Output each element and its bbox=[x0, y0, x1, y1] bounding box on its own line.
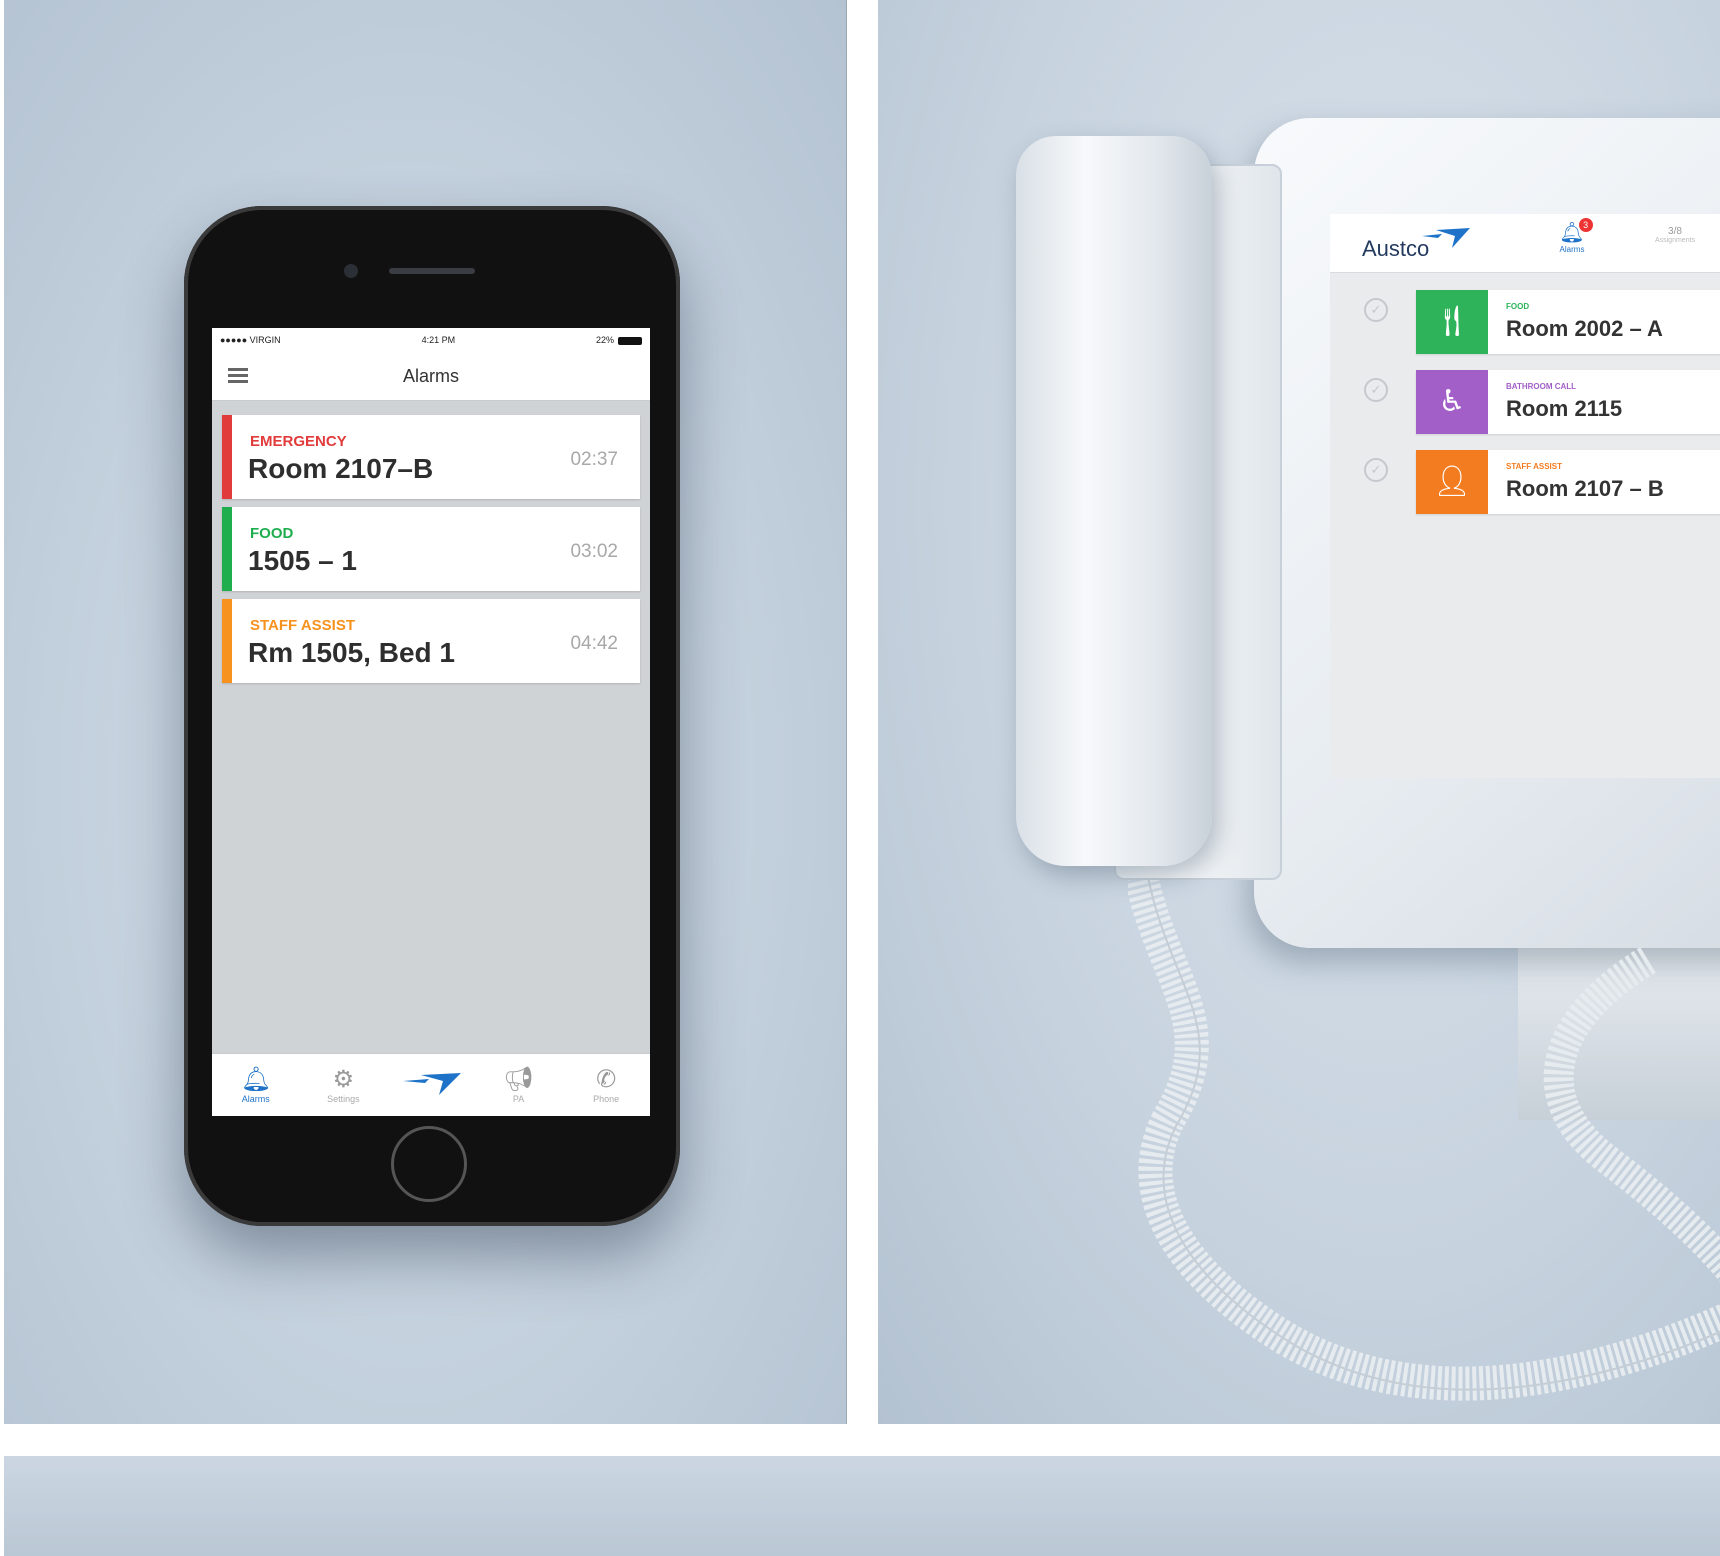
menu-icon[interactable] bbox=[228, 368, 248, 384]
tab-alarms[interactable]: 🔔︎ Alarms bbox=[216, 1066, 296, 1104]
console-header: Austco 🔔︎ 3 Alarms 3/8 Assignments bbox=[1330, 214, 1720, 273]
earpiece-speaker bbox=[389, 268, 475, 274]
phone-photo-panel: ●●●●● VIRGIN 4:21 PM 22% Alarms EMERGENC… bbox=[4, 0, 847, 1424]
tab-bar: 🔔︎ Alarms ⚙ Settings 📢︎ PA ✆ Phone bbox=[212, 1053, 650, 1116]
tab-phone[interactable]: ✆ Phone bbox=[566, 1066, 646, 1104]
alarm-type: FOOD bbox=[250, 525, 294, 542]
tab-label: Assignments bbox=[1654, 237, 1696, 244]
console-alarm-bathroom[interactable]: ♿︎ BATHROOM CALL Room 2115 bbox=[1416, 370, 1720, 434]
alarm-card-food[interactable]: FOOD 1505 – 1 03:02 bbox=[222, 507, 640, 591]
coiled-cord bbox=[1128, 860, 1720, 1401]
bell-icon: 🔔︎ bbox=[240, 1066, 272, 1093]
austco-logo-icon bbox=[1422, 228, 1470, 248]
wheelchair-icon: ♿︎ bbox=[1416, 370, 1488, 434]
alarm-room: Room 2115 bbox=[1506, 396, 1623, 421]
nav-bar: Alarms bbox=[212, 352, 650, 401]
status-bar: ●●●●● VIRGIN 4:21 PM 22% bbox=[212, 328, 650, 352]
bell-icon: 🔔︎ 3 bbox=[1559, 218, 1593, 245]
bottom-photo-panel bbox=[4, 1456, 1720, 1556]
tab-label: Alarms bbox=[241, 1094, 270, 1104]
tab-label: Phone bbox=[593, 1094, 620, 1104]
alarm-card-emergency[interactable]: EMERGENCY Room 2107–B 02:37 bbox=[222, 415, 640, 499]
assignments-count: 3/8 bbox=[1668, 226, 1682, 237]
acknowledge-check-icon[interactable]: ✓ bbox=[1364, 458, 1388, 482]
alarm-room: Room 2002 – A bbox=[1506, 316, 1663, 341]
tab-assignments[interactable]: 3/8 Assignments bbox=[1630, 226, 1720, 244]
gear-icon: ⚙ bbox=[332, 1066, 355, 1093]
phone-icon: ✆ bbox=[596, 1066, 617, 1093]
battery-icon bbox=[617, 336, 642, 345]
battery-percent: 22% bbox=[595, 335, 614, 345]
alarm-list: EMERGENCY Room 2107–B 02:37 FOOD 1505 – … bbox=[212, 401, 650, 683]
phone-screen: ●●●●● VIRGIN 4:21 PM 22% Alarms EMERGENC… bbox=[212, 328, 650, 1116]
tab-label: PA bbox=[512, 1094, 525, 1104]
console-alarm-staff-assist[interactable]: 👤︎ STAFF ASSIST Room 2107 – B bbox=[1416, 450, 1720, 514]
alarm-room: Rm 1505, Bed 1 bbox=[248, 637, 455, 668]
acknowledge-check-icon[interactable]: ✓ bbox=[1364, 378, 1388, 402]
alarm-type: FOOD bbox=[1506, 302, 1530, 311]
megaphone-icon: 📢︎ bbox=[503, 1066, 534, 1093]
carrier-label: ●●●●● VIRGIN bbox=[220, 335, 281, 345]
front-camera bbox=[344, 264, 358, 278]
alarm-priority-stripe bbox=[222, 415, 232, 499]
alarm-count-badge: 3 bbox=[1578, 218, 1593, 232]
tab-pa[interactable]: 📢︎ PA bbox=[479, 1066, 559, 1104]
console-screen: Austco 🔔︎ 3 Alarms 3/8 Assignments ✓ 🍴︎ F… bbox=[1330, 214, 1720, 778]
home-button[interactable] bbox=[391, 1126, 467, 1202]
telephone-handset[interactable] bbox=[1016, 136, 1212, 866]
person-add-icon: 👤︎ bbox=[1416, 450, 1488, 514]
alarm-type: STAFF ASSIST bbox=[1506, 462, 1562, 471]
tab-label: Settings bbox=[327, 1094, 360, 1104]
austco-logo-icon bbox=[402, 1072, 461, 1095]
fork-knife-icon: 🍴︎ bbox=[1416, 290, 1488, 354]
alarm-type: STAFF ASSIST bbox=[250, 617, 355, 634]
status-time: 4:21 PM bbox=[421, 335, 456, 345]
tab-alarms[interactable]: 🔔︎ 3 Alarms bbox=[1544, 218, 1600, 254]
alarm-room: 1505 – 1 bbox=[248, 545, 357, 576]
alarm-room: Room 2107–B bbox=[248, 453, 434, 484]
alarm-type: BATHROOM CALL bbox=[1506, 382, 1577, 391]
battery-indicator: 22% bbox=[596, 335, 642, 345]
alarm-card-staff-assist[interactable]: STAFF ASSIST Rm 1505, Bed 1 04:42 bbox=[222, 599, 640, 683]
alarm-priority-stripe bbox=[222, 507, 232, 591]
acknowledge-check-icon[interactable]: ✓ bbox=[1364, 298, 1388, 322]
alarm-elapsed-time: 03:02 bbox=[570, 541, 618, 562]
wall-console-photo-panel: Austco 🔔︎ 3 Alarms 3/8 Assignments ✓ 🍴︎ F… bbox=[878, 0, 1720, 1424]
tab-label: Alarms bbox=[1559, 245, 1585, 254]
smartphone: ●●●●● VIRGIN 4:21 PM 22% Alarms EMERGENC… bbox=[184, 206, 680, 1226]
tab-home-logo[interactable] bbox=[391, 1069, 471, 1102]
alarm-priority-stripe bbox=[222, 599, 232, 683]
alarm-elapsed-time: 02:37 bbox=[570, 449, 618, 470]
alarm-type: EMERGENCY bbox=[250, 433, 347, 450]
page-title: Alarms bbox=[402, 365, 459, 386]
alarm-room: Room 2107 – B bbox=[1506, 476, 1664, 501]
console-alarm-food[interactable]: 🍴︎ FOOD Room 2002 – A bbox=[1416, 290, 1720, 354]
alarm-elapsed-time: 04:42 bbox=[570, 633, 618, 654]
tab-settings[interactable]: ⚙ Settings bbox=[303, 1066, 383, 1104]
